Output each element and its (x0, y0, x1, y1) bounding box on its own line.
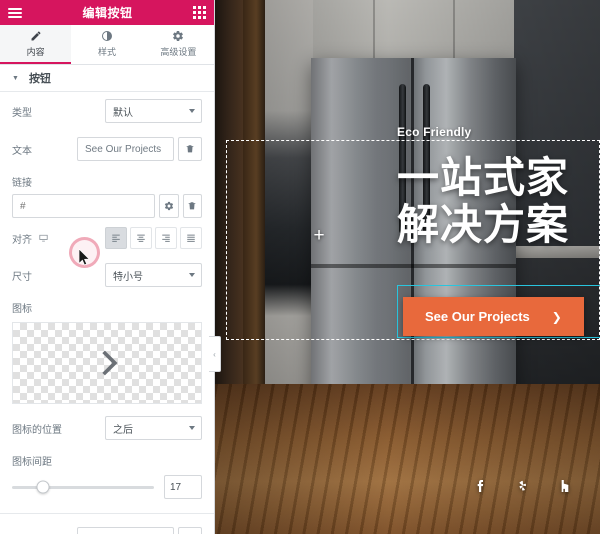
contrast-icon (101, 30, 112, 41)
preview-cta-label: See Our Projects (425, 309, 530, 324)
type-select-value: 默认 (105, 99, 202, 123)
control-type-row[interactable]: 类型 默认 (0, 92, 214, 130)
kitchen-photo-background (215, 0, 600, 534)
tab-advanced-label: 高级设置 (160, 46, 197, 57)
caret-down-icon: ▼ (12, 74, 19, 82)
controls-list[interactable]: 类型 默认 文本 链接 (0, 92, 214, 534)
control-align-row[interactable]: 对齐 (0, 220, 214, 256)
align-justify-button[interactable] (180, 227, 202, 249)
gear-icon (164, 201, 173, 211)
control-align-label-text: 对齐 (12, 234, 32, 246)
tab-style[interactable]: 样式 (71, 25, 143, 64)
align-justify-icon (187, 234, 195, 242)
type-select[interactable]: 默认 (105, 99, 202, 123)
button-text-input[interactable] (77, 137, 174, 161)
editor-canvas[interactable]: + Eco Friendly 一站式家 解决方案 See Our Project… (215, 0, 600, 534)
size-select-value: 特小号 (105, 263, 202, 287)
control-align-label: 对齐 (12, 231, 68, 246)
tab-content[interactable]: 内容 (0, 25, 72, 64)
align-center-icon (137, 234, 145, 242)
preview-cta-button[interactable]: See Our Projects ❯ (403, 297, 584, 336)
monitor-icon[interactable] (38, 233, 49, 244)
panel-collapse-handle[interactable]: ‹ (209, 336, 221, 372)
link-options-button[interactable] (159, 194, 179, 218)
control-button-id-row[interactable]: 按钮 ID (0, 520, 214, 534)
widget-editor-panel[interactable]: 编辑按钮 内容 样式 高级设置 ▼ 按钮 类型 默认 文本 See Our Pr… (0, 0, 215, 534)
align-right-button[interactable] (155, 227, 177, 249)
align-button-group[interactable] (105, 227, 202, 249)
hero-title-line-2: 解决方案 (397, 201, 570, 249)
section-header-button[interactable]: ▼ 按钮 (0, 65, 214, 92)
yelp-icon[interactable] (515, 478, 531, 494)
add-section-button[interactable]: + (308, 225, 330, 247)
control-icon-spacing-block: 图标间距 (0, 447, 214, 468)
section-title: 按钮 (28, 73, 51, 85)
control-text-row[interactable]: 文本 (0, 130, 214, 168)
control-icon-label: 图标 (12, 304, 32, 315)
apps-grid-icon[interactable] (192, 6, 206, 19)
icon-preview-box[interactable] (12, 322, 202, 404)
button-id-input[interactable] (77, 527, 174, 534)
text-delete-button[interactable] (178, 137, 202, 161)
tab-style-label: 样式 (97, 46, 116, 57)
photo-overlay-shade (215, 0, 600, 534)
mouse-pointer-icon (78, 248, 91, 271)
size-select[interactable]: 特小号 (105, 263, 202, 287)
hero-eyebrow-text: Eco Friendly (397, 125, 472, 139)
hero-content: Eco Friendly 一站式家 解决方案 (397, 125, 600, 248)
control-type-label: 类型 (12, 107, 32, 119)
icon-position-select[interactable]: 之后 (105, 416, 202, 440)
pencil-icon (31, 31, 41, 40)
control-link-block[interactable]: 链接 (0, 168, 214, 220)
button-id-delete-button[interactable] (178, 527, 202, 534)
panel-tabs[interactable]: 内容 样式 高级设置 (0, 25, 214, 65)
hero-title-line-1: 一站式家 (397, 154, 570, 201)
control-icon-position-label: 图标的位置 (12, 424, 62, 436)
tab-content-label: 内容 (26, 46, 45, 57)
align-right-icon (162, 234, 170, 242)
control-link-label: 链接 (12, 178, 32, 189)
trash-icon (186, 145, 194, 153)
slider-knob[interactable] (36, 480, 50, 494)
chevron-right-icon: ❯ (551, 309, 562, 324)
tab-advanced[interactable]: 高级设置 (142, 25, 214, 64)
hamburger-icon[interactable] (8, 7, 22, 18)
facebook-icon[interactable] (473, 478, 489, 494)
controls-divider (0, 513, 214, 514)
link-delete-button[interactable] (182, 194, 202, 218)
control-icon-spacing-label: 图标间距 (12, 457, 52, 468)
control-size-row[interactable]: 尺寸 特小号 (0, 256, 214, 294)
icon-spacing-slider-row[interactable] (0, 473, 214, 507)
control-text-label: 文本 (12, 145, 32, 157)
link-input[interactable] (12, 194, 155, 218)
icon-spacing-slider[interactable] (12, 480, 154, 494)
social-links-row[interactable] (473, 478, 573, 494)
panel-header: 编辑按钮 (0, 0, 214, 25)
gear-icon (173, 30, 184, 41)
houzz-icon[interactable] (557, 478, 573, 494)
icon-position-value: 之后 (105, 416, 202, 440)
control-size-label: 尺寸 (12, 271, 32, 283)
align-left-button[interactable] (105, 227, 127, 249)
trash-icon (188, 202, 196, 210)
control-icon-position-row[interactable]: 图标的位置 之后 (0, 404, 214, 447)
chevron-right-icon (102, 350, 118, 376)
control-icon-block: 图标 (0, 294, 214, 322)
align-center-button[interactable] (130, 227, 152, 249)
icon-spacing-value-input[interactable] (164, 475, 202, 499)
align-left-icon (112, 234, 120, 242)
panel-title: 编辑按钮 (82, 6, 133, 20)
